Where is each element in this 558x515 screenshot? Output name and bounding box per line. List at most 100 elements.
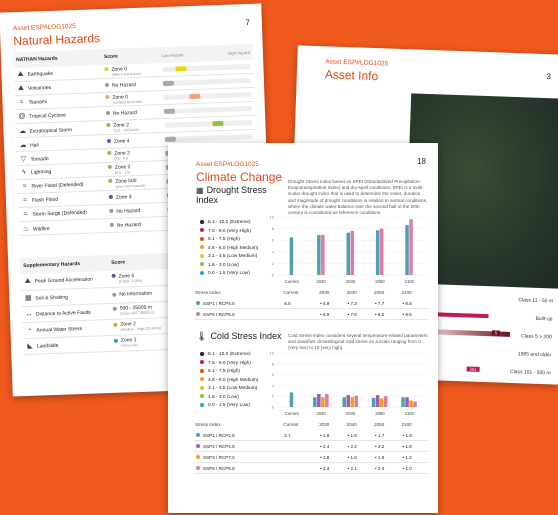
legend-swatch — [200, 368, 204, 373]
chart-bar — [409, 219, 413, 275]
drought-legend: 8.1 - 10.0 (Extreme) 7.6 - 9.0 (Very High… — [200, 219, 258, 279]
value-cell: • 9.6 — [400, 308, 428, 320]
legend-label: 8.1 - 10.0 (Extreme) — [208, 352, 251, 357]
hazard-icon: ▽ — [20, 155, 27, 163]
scenario-cell: SSP5 / RCP8.5 — [194, 462, 283, 474]
legend-label: 1.6 - 3.0 (Low) — [208, 262, 239, 268]
chart-bar — [350, 230, 354, 275]
hazard-icon: ⛰ — [17, 84, 25, 92]
info-label: Built-up — [535, 315, 553, 323]
info-label: Class 101 - 500 m — [509, 368, 551, 377]
cold-section-title: 🌡 Cold Stress Index — [196, 331, 282, 341]
scenario-cell: SSP1 / RCP4.5 — [194, 298, 283, 309]
page-number: 7 — [245, 17, 251, 28]
legend-swatch — [200, 262, 204, 267]
x-tick-label: 2100 — [405, 411, 415, 416]
legend-label: 7.6 - 9.0 (Very High) — [208, 228, 251, 234]
score-sub: (Class 500 - 25000 m) — [119, 310, 155, 316]
hazard-name: Tornado — [30, 155, 49, 163]
chart-bar — [350, 397, 354, 407]
drought-table: Stress Index Current 2030 2040 2050 2100 SSP1 … — [194, 287, 428, 320]
hazard-icon: ◔ — [27, 326, 32, 334]
legend-label: 0.0 - 1.5 (Very Low) — [208, 403, 250, 408]
asset-code: Asset ESP#LOG1025 — [196, 161, 259, 168]
y-tick-label: 6 — [272, 372, 275, 377]
chart-bar — [313, 397, 317, 407]
supp-name: Distance to Active Faults — [35, 309, 91, 318]
value-cell: • 7.3 — [345, 298, 374, 309]
chart-bar — [375, 395, 380, 407]
legend-swatch — [200, 253, 204, 258]
high-hazard-label: High Hazard — [227, 49, 250, 56]
value-cell: • 6.9 — [318, 308, 346, 320]
y-tick-label: 4 — [272, 383, 275, 388]
value-cell: • 1.8 — [345, 451, 374, 463]
legend-item: 4.6 - 6.0 (High Medium) — [200, 377, 258, 386]
hazard-icon: ☁ — [19, 141, 27, 149]
info-label: Class 5 > 200 — [520, 333, 552, 341]
low-hazard-label: Low Hazard — [161, 51, 184, 58]
current-cell: 2.7 — [282, 430, 319, 441]
chart-bar — [325, 394, 329, 407]
legend-item: 7.6 - 9.0 (Very High) — [200, 360, 258, 369]
distance-badge: 261 — [466, 366, 480, 372]
scenario-dot — [196, 455, 200, 460]
legend-swatch — [200, 377, 204, 382]
value-cell: • 1.8 — [345, 430, 374, 441]
score-dot — [107, 165, 112, 170]
chart-bar — [354, 395, 358, 407]
score-dot — [106, 123, 111, 128]
score-dot — [109, 209, 114, 214]
scenario-dot — [196, 444, 200, 449]
table-header-cell: 2040 — [346, 290, 357, 295]
score-sub: (nominal flood risk) — [112, 99, 143, 105]
chart-bar — [317, 394, 321, 407]
legend-label: 0.0 - 1.5 (Very Low) — [208, 271, 250, 276]
legend-swatch — [200, 394, 204, 399]
value-cell: • 8.6 — [400, 298, 428, 309]
hazard-score-cell: No Hazard — [106, 216, 166, 233]
y-tick-label: 0 — [272, 405, 275, 410]
x-tick-label: 2100 — [405, 279, 415, 284]
current-cell — [282, 462, 319, 474]
hazard-scale-bar — [163, 91, 252, 101]
score-dot — [109, 222, 114, 228]
table-header-row: Stress Index Current 2030 2040 2050 2100 — [194, 287, 428, 298]
legend-swatch — [200, 351, 204, 356]
x-tick-label: 2050 — [375, 279, 385, 284]
scenario-name: SSP1 / RCP2.6 — [203, 432, 235, 438]
hazard-name: Wildfire — [32, 225, 50, 233]
legend-item: 4.6 - 6.0 (High Medium) — [200, 245, 258, 254]
legend-item: 3.1 - 4.5 (Low Medium) — [200, 253, 258, 262]
y-tick-label: 0 — [272, 273, 275, 278]
x-tick-label: 2040 — [346, 279, 356, 284]
table-header-cell: Stress Index — [195, 290, 221, 295]
table-header-cell: 2050 — [374, 290, 385, 295]
legend-item: 0.0 - 1.5 (Very Low) — [200, 270, 258, 279]
hazard-scale-bar — [164, 119, 253, 128]
thermometer-icon: 🌡 — [196, 331, 208, 341]
info-label: Class 11 - 50 m — [518, 297, 554, 305]
current-cell — [282, 451, 319, 463]
scenario-cell: SSP5 / RCP8.5 — [194, 308, 283, 320]
hazard-name: Storm Surge (Defended) — [32, 209, 88, 218]
value-cell: • 1.8 — [400, 430, 428, 441]
page-number: 3 — [546, 72, 552, 82]
legend-label: 6.1 - 7.5 (High) — [208, 369, 240, 374]
chart-bar — [321, 397, 325, 407]
hazard-name: Hail — [29, 141, 39, 149]
legend-swatch — [200, 360, 204, 365]
score-text: No Information — [119, 290, 153, 298]
y-tick-label: 2 — [272, 261, 275, 266]
chart-bar — [405, 397, 409, 407]
hazard-icon: @ — [18, 112, 26, 121]
cold-chart: 0 2 4 6 8 10 Current 2030 2040 2050 2100 — [270, 351, 426, 416]
chart-bar — [383, 396, 388, 407]
cold-table: Stress Index Current 2030 2040 2050 2100 SSP1 … — [194, 419, 428, 474]
chart-bar — [379, 228, 384, 275]
current-cell: 6.5 — [282, 298, 319, 309]
score-text: Zone 4 — [113, 137, 130, 145]
hazard-name: Tropical Cyclone — [28, 112, 67, 120]
hazard-icon: ⛰ — [24, 277, 31, 285]
table-header-cell: 2050 — [374, 422, 385, 427]
